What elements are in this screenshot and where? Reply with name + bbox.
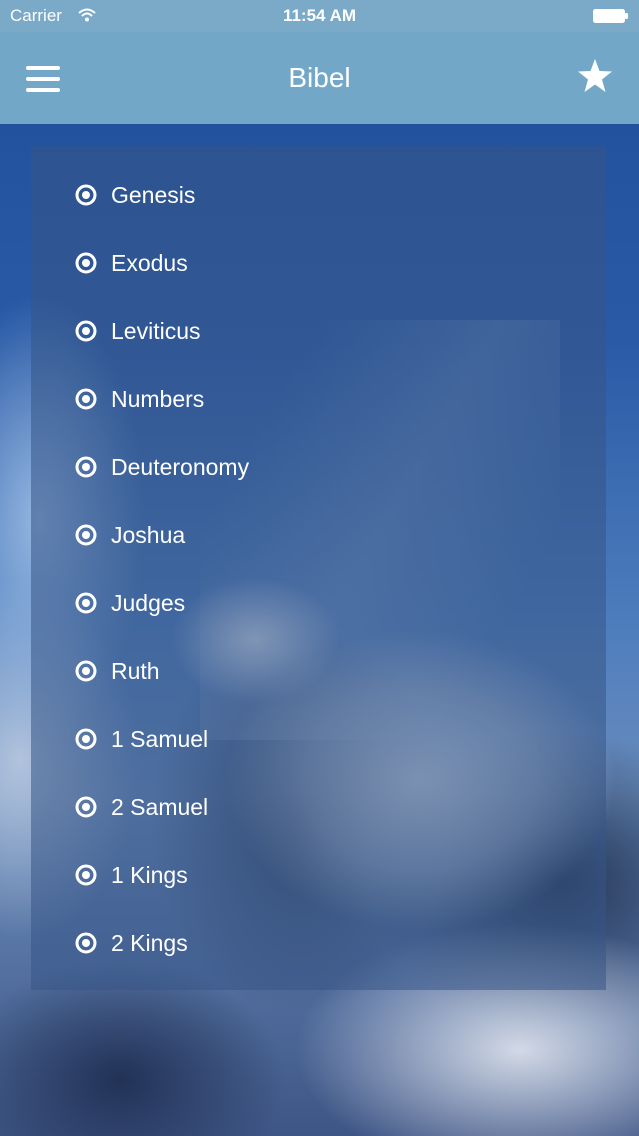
book-list-item[interactable]: 1 Kings (75, 855, 575, 895)
radio-dot-icon (75, 592, 97, 614)
book-label: Leviticus (111, 317, 201, 344)
radio-dot-icon (75, 388, 97, 410)
book-label: Judges (111, 589, 186, 616)
book-list-item[interactable]: 2 Samuel (75, 787, 575, 827)
radio-dot-icon (75, 932, 97, 954)
nav-bar: Bibel (0, 32, 639, 124)
radio-dot-icon (75, 524, 97, 546)
book-label: 1 Samuel (111, 725, 209, 752)
book-list-item[interactable]: Leviticus (75, 311, 575, 351)
book-label: 2 Samuel (111, 793, 209, 820)
radio-dot-icon (75, 796, 97, 818)
radio-dot-icon (75, 320, 97, 342)
book-list-item[interactable]: Numbers (75, 379, 575, 419)
book-list-item[interactable]: Ruth (75, 651, 575, 691)
book-list-item[interactable]: Joshua (75, 515, 575, 555)
book-label: 2 Kings (111, 929, 188, 956)
radio-dot-icon (75, 456, 97, 478)
radio-dot-icon (75, 728, 97, 750)
radio-dot-icon (75, 184, 97, 206)
book-label: Genesis (111, 181, 196, 208)
battery-icon (593, 9, 628, 23)
book-list-item[interactable]: 2 Kings (75, 923, 575, 963)
page-title: Bibel (288, 62, 351, 93)
book-label: Numbers (111, 385, 205, 412)
book-list-item[interactable]: Exodus (75, 243, 575, 283)
book-label: Ruth (111, 657, 160, 684)
book-label: Deuteronomy (111, 453, 250, 480)
radio-dot-icon (75, 252, 97, 274)
book-list-item[interactable]: Genesis (75, 175, 575, 215)
book-label: 1 Kings (111, 861, 188, 888)
book-label: Exodus (111, 249, 188, 276)
book-list-panel: Genesis Exodus Leviticus Numbers Deuteronomy… (31, 146, 606, 990)
status-time: 11:54 AM (282, 6, 357, 25)
book-label: Joshua (111, 521, 186, 548)
star-icon[interactable] (577, 58, 613, 94)
status-bar: Carrier 11:54 AM (0, 0, 639, 32)
radio-dot-icon (75, 660, 97, 682)
book-list-item[interactable]: Deuteronomy (75, 447, 575, 487)
book-list-item[interactable]: 1 Samuel (75, 719, 575, 759)
book-list-item[interactable]: Judges (75, 583, 575, 623)
radio-dot-icon (75, 864, 97, 886)
